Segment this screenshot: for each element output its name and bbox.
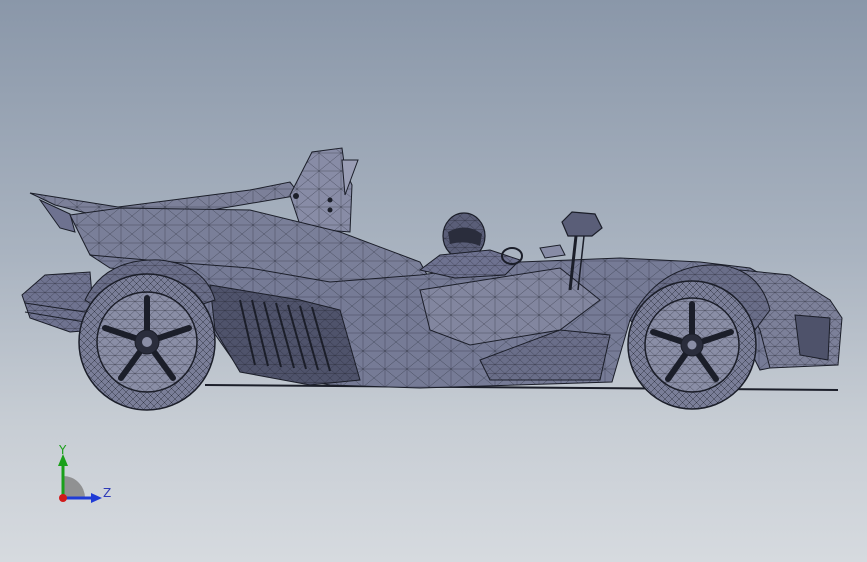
z-axis-label: Z xyxy=(103,486,111,500)
reference-triad[interactable]: Y Z xyxy=(40,438,120,518)
rear-wheel xyxy=(78,273,216,411)
y-axis-label: Y xyxy=(58,443,67,457)
z-axis-arrowhead xyxy=(91,493,102,503)
ground-rail xyxy=(204,384,839,391)
x-axis-dot xyxy=(59,494,67,502)
roll-hoop xyxy=(289,147,359,233)
triad-plane-shade xyxy=(63,476,85,498)
car-model-wireframe[interactable] xyxy=(0,0,867,562)
graphics-viewport[interactable]: Y Z xyxy=(0,0,867,562)
front-wheel xyxy=(627,280,757,410)
